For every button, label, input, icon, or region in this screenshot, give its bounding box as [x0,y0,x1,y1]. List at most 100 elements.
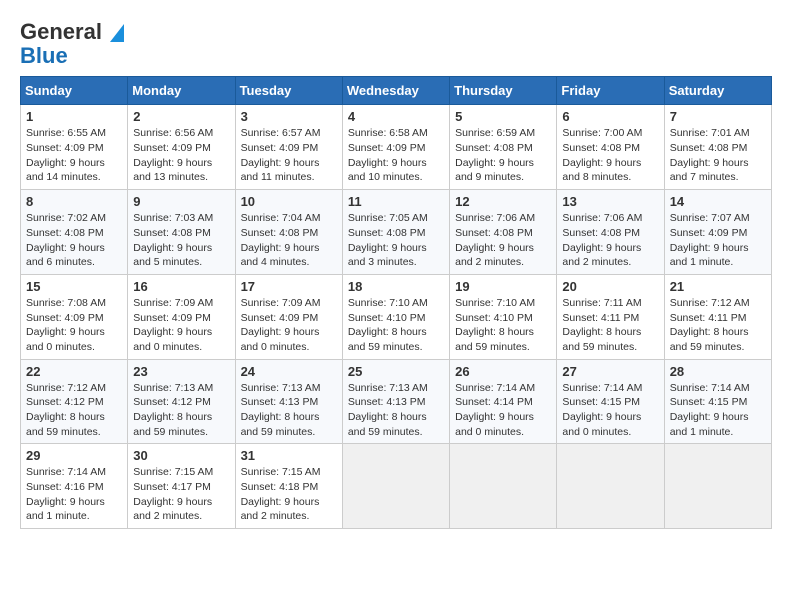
calendar-cell: 27 Sunrise: 7:14 AM Sunset: 4:15 PM Dayl… [557,359,664,444]
logo-text: General [20,20,124,44]
logo-triangle-icon [110,24,124,42]
day-info: Sunrise: 7:14 AM Sunset: 4:16 PM Dayligh… [26,465,122,524]
day-info: Sunrise: 7:14 AM Sunset: 4:15 PM Dayligh… [670,381,766,440]
calendar-cell: 22 Sunrise: 7:12 AM Sunset: 4:12 PM Dayl… [21,359,128,444]
day-info: Sunrise: 7:14 AM Sunset: 4:14 PM Dayligh… [455,381,551,440]
week-row-5: 29 Sunrise: 7:14 AM Sunset: 4:16 PM Dayl… [21,444,772,529]
week-row-2: 8 Sunrise: 7:02 AM Sunset: 4:08 PM Dayli… [21,190,772,275]
weekday-header-sunday: Sunday [21,77,128,105]
calendar-cell: 6 Sunrise: 7:00 AM Sunset: 4:08 PM Dayli… [557,105,664,190]
day-info: Sunrise: 7:04 AM Sunset: 4:08 PM Dayligh… [241,211,337,270]
calendar-cell: 9 Sunrise: 7:03 AM Sunset: 4:08 PM Dayli… [128,190,235,275]
calendar-cell: 1 Sunrise: 6:55 AM Sunset: 4:09 PM Dayli… [21,105,128,190]
day-number: 7 [670,109,766,124]
day-info: Sunrise: 7:00 AM Sunset: 4:08 PM Dayligh… [562,126,658,185]
calendar-cell: 23 Sunrise: 7:13 AM Sunset: 4:12 PM Dayl… [128,359,235,444]
day-number: 11 [348,194,444,209]
day-info: Sunrise: 6:59 AM Sunset: 4:08 PM Dayligh… [455,126,551,185]
day-number: 20 [562,279,658,294]
calendar-cell: 26 Sunrise: 7:14 AM Sunset: 4:14 PM Dayl… [450,359,557,444]
calendar-cell: 12 Sunrise: 7:06 AM Sunset: 4:08 PM Dayl… [450,190,557,275]
weekday-header-tuesday: Tuesday [235,77,342,105]
weekday-header-wednesday: Wednesday [342,77,449,105]
day-number: 27 [562,364,658,379]
day-info: Sunrise: 7:06 AM Sunset: 4:08 PM Dayligh… [562,211,658,270]
day-info: Sunrise: 7:02 AM Sunset: 4:08 PM Dayligh… [26,211,122,270]
calendar-cell: 15 Sunrise: 7:08 AM Sunset: 4:09 PM Dayl… [21,274,128,359]
day-info: Sunrise: 6:57 AM Sunset: 4:09 PM Dayligh… [241,126,337,185]
day-number: 15 [26,279,122,294]
day-info: Sunrise: 7:12 AM Sunset: 4:12 PM Dayligh… [26,381,122,440]
weekday-header-thursday: Thursday [450,77,557,105]
day-number: 17 [241,279,337,294]
calendar-cell: 13 Sunrise: 7:06 AM Sunset: 4:08 PM Dayl… [557,190,664,275]
calendar-cell: 28 Sunrise: 7:14 AM Sunset: 4:15 PM Dayl… [664,359,771,444]
day-info: Sunrise: 7:13 AM Sunset: 4:13 PM Dayligh… [348,381,444,440]
day-info: Sunrise: 7:14 AM Sunset: 4:15 PM Dayligh… [562,381,658,440]
day-number: 23 [133,364,229,379]
day-number: 12 [455,194,551,209]
day-info: Sunrise: 7:15 AM Sunset: 4:17 PM Dayligh… [133,465,229,524]
calendar-cell: 18 Sunrise: 7:10 AM Sunset: 4:10 PM Dayl… [342,274,449,359]
day-number: 3 [241,109,337,124]
day-info: Sunrise: 7:15 AM Sunset: 4:18 PM Dayligh… [241,465,337,524]
weekday-header-row: SundayMondayTuesdayWednesdayThursdayFrid… [21,77,772,105]
day-info: Sunrise: 6:58 AM Sunset: 4:09 PM Dayligh… [348,126,444,185]
day-number: 5 [455,109,551,124]
day-info: Sunrise: 7:13 AM Sunset: 4:13 PM Dayligh… [241,381,337,440]
calendar-cell: 14 Sunrise: 7:07 AM Sunset: 4:09 PM Dayl… [664,190,771,275]
day-number: 14 [670,194,766,209]
calendar-cell: 17 Sunrise: 7:09 AM Sunset: 4:09 PM Dayl… [235,274,342,359]
day-number: 10 [241,194,337,209]
calendar-cell [450,444,557,529]
weekday-header-saturday: Saturday [664,77,771,105]
calendar-cell: 31 Sunrise: 7:15 AM Sunset: 4:18 PM Dayl… [235,444,342,529]
header: General Blue [20,20,772,68]
day-number: 19 [455,279,551,294]
day-number: 26 [455,364,551,379]
calendar-cell: 4 Sunrise: 6:58 AM Sunset: 4:09 PM Dayli… [342,105,449,190]
weekday-header-monday: Monday [128,77,235,105]
week-row-1: 1 Sunrise: 6:55 AM Sunset: 4:09 PM Dayli… [21,105,772,190]
day-info: Sunrise: 7:08 AM Sunset: 4:09 PM Dayligh… [26,296,122,355]
calendar-cell [557,444,664,529]
calendar-cell: 7 Sunrise: 7:01 AM Sunset: 4:08 PM Dayli… [664,105,771,190]
day-info: Sunrise: 7:01 AM Sunset: 4:08 PM Dayligh… [670,126,766,185]
day-number: 8 [26,194,122,209]
calendar-cell [664,444,771,529]
day-info: Sunrise: 7:09 AM Sunset: 4:09 PM Dayligh… [241,296,337,355]
day-number: 9 [133,194,229,209]
day-info: Sunrise: 6:56 AM Sunset: 4:09 PM Dayligh… [133,126,229,185]
calendar: SundayMondayTuesdayWednesdayThursdayFrid… [20,76,772,529]
weekday-header-friday: Friday [557,77,664,105]
week-row-3: 15 Sunrise: 7:08 AM Sunset: 4:09 PM Dayl… [21,274,772,359]
day-info: Sunrise: 7:11 AM Sunset: 4:11 PM Dayligh… [562,296,658,355]
day-info: Sunrise: 6:55 AM Sunset: 4:09 PM Dayligh… [26,126,122,185]
calendar-cell: 2 Sunrise: 6:56 AM Sunset: 4:09 PM Dayli… [128,105,235,190]
day-number: 2 [133,109,229,124]
calendar-cell: 3 Sunrise: 6:57 AM Sunset: 4:09 PM Dayli… [235,105,342,190]
day-info: Sunrise: 7:13 AM Sunset: 4:12 PM Dayligh… [133,381,229,440]
calendar-cell: 19 Sunrise: 7:10 AM Sunset: 4:10 PM Dayl… [450,274,557,359]
calendar-cell: 11 Sunrise: 7:05 AM Sunset: 4:08 PM Dayl… [342,190,449,275]
calendar-cell: 10 Sunrise: 7:04 AM Sunset: 4:08 PM Dayl… [235,190,342,275]
calendar-cell: 5 Sunrise: 6:59 AM Sunset: 4:08 PM Dayli… [450,105,557,190]
day-number: 4 [348,109,444,124]
calendar-cell: 25 Sunrise: 7:13 AM Sunset: 4:13 PM Dayl… [342,359,449,444]
logo-text-blue: Blue [20,44,68,68]
day-number: 24 [241,364,337,379]
day-info: Sunrise: 7:06 AM Sunset: 4:08 PM Dayligh… [455,211,551,270]
day-number: 22 [26,364,122,379]
day-info: Sunrise: 7:10 AM Sunset: 4:10 PM Dayligh… [348,296,444,355]
calendar-cell: 30 Sunrise: 7:15 AM Sunset: 4:17 PM Dayl… [128,444,235,529]
calendar-cell [342,444,449,529]
day-number: 1 [26,109,122,124]
day-number: 28 [670,364,766,379]
day-info: Sunrise: 7:03 AM Sunset: 4:08 PM Dayligh… [133,211,229,270]
logo: General Blue [20,20,124,68]
calendar-cell: 21 Sunrise: 7:12 AM Sunset: 4:11 PM Dayl… [664,274,771,359]
day-number: 30 [133,448,229,463]
calendar-body: 1 Sunrise: 6:55 AM Sunset: 4:09 PM Dayli… [21,105,772,529]
day-info: Sunrise: 7:07 AM Sunset: 4:09 PM Dayligh… [670,211,766,270]
day-number: 13 [562,194,658,209]
